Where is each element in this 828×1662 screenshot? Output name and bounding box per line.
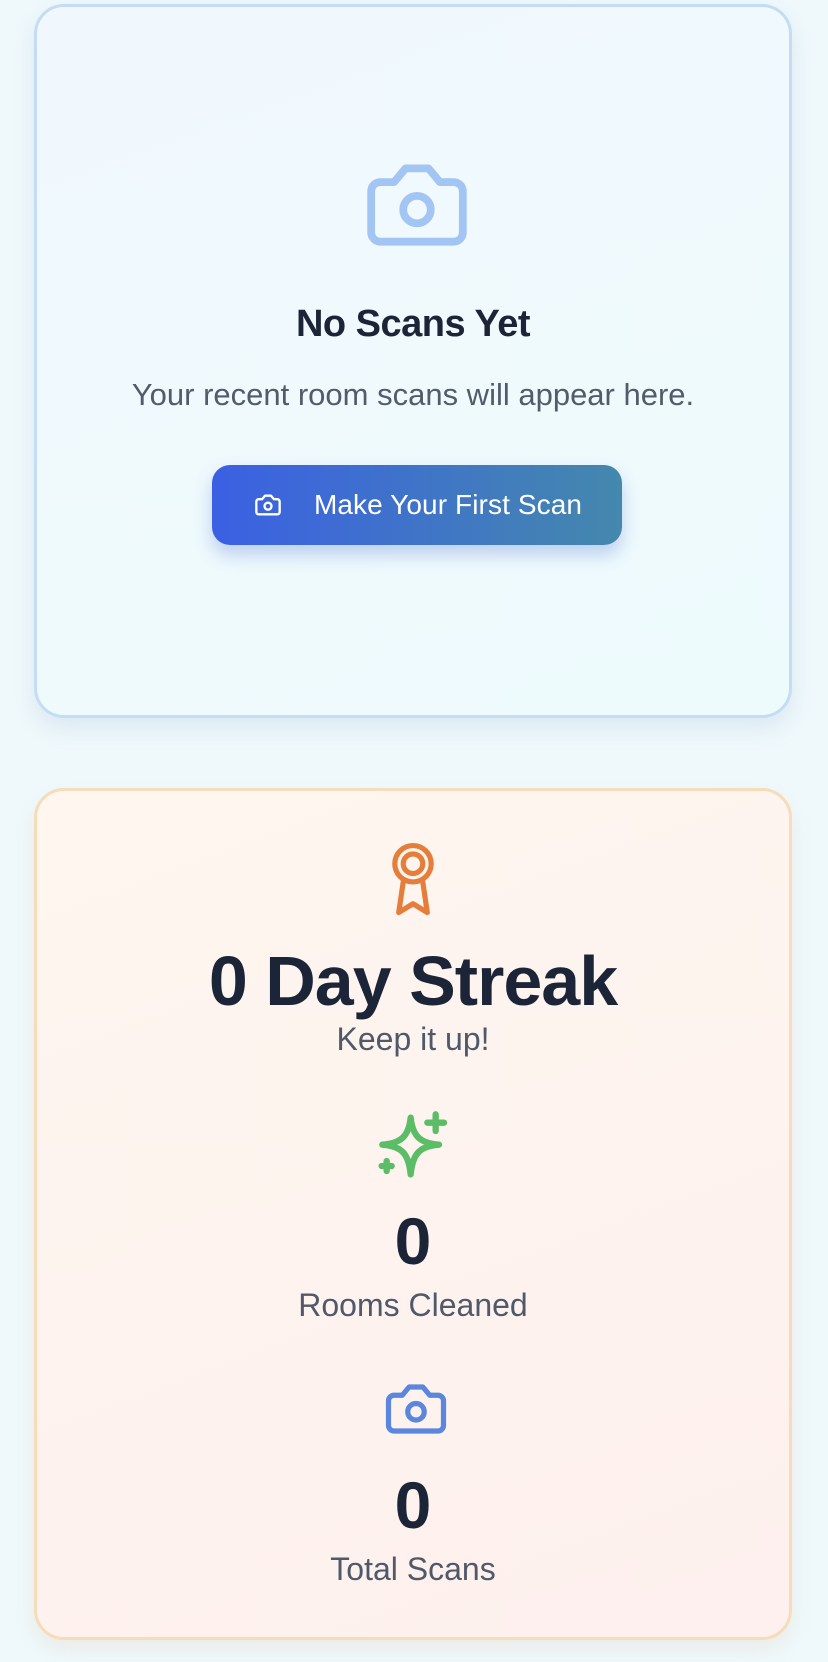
empty-state-title: No Scans Yet [295,303,531,345]
rooms-cleaned-label: Rooms Cleaned [298,1287,528,1323]
total-scans-value: 0 [394,1468,432,1542]
streak-title: 0 Day Streak [208,942,618,1020]
rooms-cleaned-value: 0 [394,1204,432,1278]
empty-state-subtitle: Your recent room scans will appear here. [131,377,695,412]
make-first-scan-button[interactable]: Make Your First Scan [212,465,622,545]
total-scans-label: Total Scans [330,1551,496,1587]
make-first-scan-label: Make Your First Scan [313,489,583,520]
award-icon [392,842,434,916]
recent-scans-card: No Scans Yet Your recent room scans will… [34,4,792,718]
camera-icon [385,1384,447,1434]
streak-subtitle: Keep it up! [336,1021,490,1057]
camera-icon [255,494,281,516]
camera-icon [367,164,467,246]
streak-stats-card: 0 Day Streak Keep it up! 0 Rooms Cleaned… [34,788,792,1640]
sparkles-icon [378,1111,448,1178]
